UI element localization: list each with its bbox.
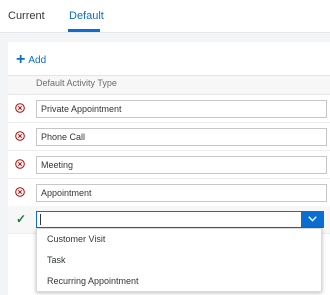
column-header: Default Activity Type — [8, 75, 330, 95]
activity-type-dropdown: Customer Visit Task Recurring Appointmen… — [36, 228, 322, 292]
table-row: Phone Call — [8, 123, 330, 151]
dropdown-toggle-button[interactable] — [301, 211, 324, 228]
activity-type-combobox[interactable] — [36, 211, 324, 228]
dropdown-option[interactable]: Task — [37, 250, 321, 271]
tab-current[interactable]: Current — [8, 0, 45, 32]
activity-type-field[interactable]: Private Appointment — [36, 100, 327, 118]
activity-type-field[interactable]: Meeting — [36, 156, 327, 174]
text-cursor — [40, 214, 41, 225]
table-row: Appointment — [8, 179, 330, 207]
dropdown-option[interactable]: Recurring Appointment — [37, 271, 321, 292]
delete-circle-icon[interactable] — [15, 131, 25, 141]
activity-type-field[interactable]: Phone Call — [36, 128, 327, 146]
tab-active-indicator — [68, 29, 100, 32]
add-button[interactable]: + Add — [16, 52, 46, 68]
table-row: Private Appointment — [8, 95, 330, 123]
dropdown-option[interactable]: Customer Visit — [37, 229, 321, 250]
tab-default[interactable]: Default — [69, 0, 104, 32]
delete-circle-icon[interactable] — [15, 187, 25, 197]
tab-bar: Current Default — [0, 0, 330, 33]
table-row: Meeting — [8, 151, 330, 179]
delete-circle-icon[interactable] — [15, 103, 25, 113]
activity-type-field[interactable]: Appointment — [36, 184, 327, 202]
column-header-label: Default Activity Type — [36, 78, 117, 88]
checkmark-icon[interactable]: ✓ — [16, 212, 26, 226]
plus-icon: + — [16, 51, 26, 68]
chevron-down-icon — [308, 216, 317, 222]
delete-circle-icon[interactable] — [15, 159, 25, 169]
add-button-label: Add — [28, 55, 47, 66]
activity-type-input[interactable] — [38, 213, 302, 226]
